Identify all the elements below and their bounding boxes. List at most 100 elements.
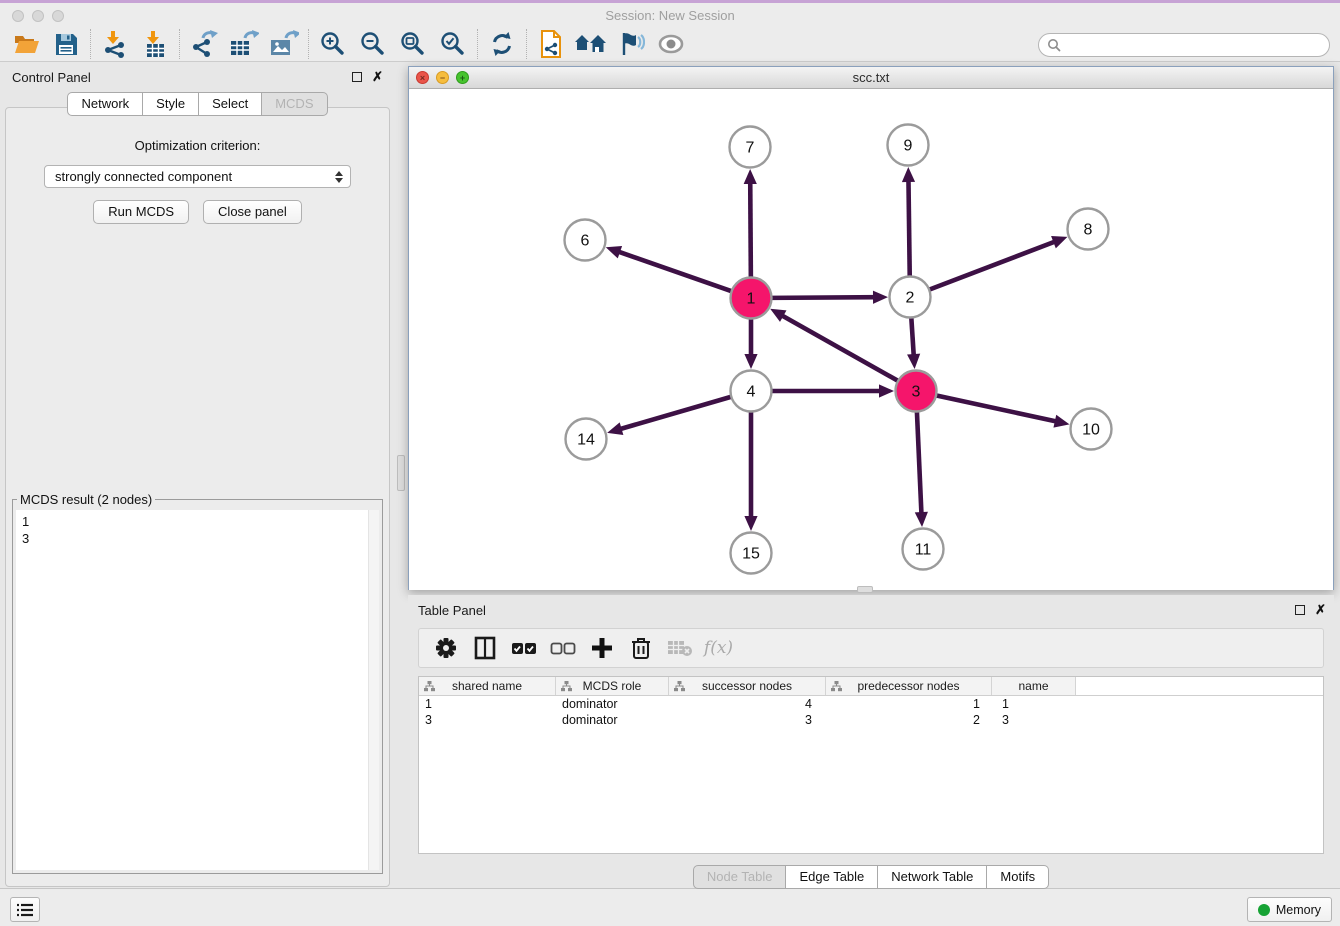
open-session-icon[interactable] — [6, 28, 46, 60]
function-builder-icon[interactable]: f(x) — [700, 632, 737, 664]
task-history-button[interactable] — [10, 897, 40, 922]
add-column-icon[interactable] — [583, 632, 620, 664]
table-cell[interactable]: 3 — [669, 712, 826, 728]
close-window-button[interactable] — [12, 10, 24, 22]
column-header-shared-name[interactable]: shared name — [419, 677, 556, 695]
table-tab-motifs[interactable]: Motifs — [987, 865, 1049, 889]
deselect-all-icon[interactable] — [544, 632, 581, 664]
minimize-network-button[interactable]: − — [436, 71, 449, 84]
mcds-result-text: 1 3 — [16, 510, 379, 550]
zoom-fit-icon[interactable] — [393, 28, 433, 60]
zoom-window-button[interactable] — [52, 10, 64, 22]
column-header-name[interactable]: name — [992, 677, 1076, 695]
home-icon[interactable] — [571, 28, 611, 60]
edge-3-10[interactable] — [937, 395, 1058, 421]
table-cell[interactable]: dominator — [556, 712, 669, 728]
tab-network[interactable]: Network — [67, 92, 143, 116]
edge-1-2[interactable] — [772, 297, 876, 298]
edge-2-3[interactable] — [911, 318, 913, 357]
close-panel-icon[interactable]: ✗ — [372, 72, 383, 82]
node-3[interactable]: 3 — [896, 371, 937, 412]
network-window[interactable]: × − + scc.txt 7 9 6 8 1 2 4 3 14 10 15 11 — [408, 66, 1334, 590]
node-10[interactable]: 10 — [1071, 409, 1112, 450]
show-graphics-details-icon[interactable] — [651, 28, 691, 60]
save-session-icon[interactable] — [46, 28, 86, 60]
export-table-icon[interactable] — [224, 28, 264, 60]
criterion-dropdown[interactable]: strongly connected component — [44, 165, 351, 188]
mcds-result-area[interactable]: 1 3 — [16, 510, 379, 870]
column-header-mcds-role[interactable]: MCDS role — [556, 677, 669, 695]
table-tab-edge-table[interactable]: Edge Table — [786, 865, 878, 889]
node-9[interactable]: 9 — [888, 125, 929, 166]
tab-mcds[interactable]: MCDS — [262, 92, 327, 116]
column-header-successor-nodes[interactable]: successor nodes — [669, 677, 826, 695]
horizontal-splitter-handle[interactable] — [857, 586, 873, 593]
zoom-selected-icon[interactable] — [433, 28, 473, 60]
table-cell[interactable]: 3 — [419, 712, 556, 728]
edge-1-7[interactable] — [750, 181, 751, 277]
svg-text:7: 7 — [746, 140, 755, 157]
table-tab-network-table[interactable]: Network Table — [878, 865, 987, 889]
edge-4-14[interactable] — [619, 397, 731, 430]
table-cell[interactable]: 4 — [669, 696, 826, 712]
node-table[interactable]: shared nameMCDS rolesuccessor nodesprede… — [418, 676, 1324, 854]
show-column-icon[interactable] — [466, 632, 503, 664]
import-table-icon[interactable] — [135, 28, 175, 60]
vertical-splitter-handle[interactable] — [397, 455, 405, 491]
node-8[interactable]: 8 — [1068, 209, 1109, 250]
float-table-panel-icon[interactable] — [1295, 605, 1305, 615]
table-cell[interactable]: 1 — [992, 696, 1076, 712]
edge-3-11[interactable] — [917, 412, 922, 515]
node-11[interactable]: 11 — [903, 529, 944, 570]
node-4[interactable]: 4 — [731, 371, 772, 412]
select-all-icon[interactable] — [505, 632, 542, 664]
edge-3-1[interactable] — [781, 315, 898, 381]
table-settings-gear-icon[interactable] — [427, 632, 464, 664]
hide-graphics-details-icon[interactable] — [611, 28, 651, 60]
network-window-titlebar[interactable]: × − + scc.txt — [409, 67, 1333, 89]
node-2[interactable]: 2 — [890, 277, 931, 318]
node-7[interactable]: 7 — [730, 127, 771, 168]
table-cell[interactable]: 2 — [826, 712, 992, 728]
table-tab-node-table[interactable]: Node Table — [693, 865, 787, 889]
export-image-icon[interactable] — [264, 28, 304, 60]
zoom-in-icon[interactable] — [313, 28, 353, 60]
column-header-predecessor-nodes[interactable]: predecessor nodes — [826, 677, 992, 695]
table-cell[interactable]: 1 — [826, 696, 992, 712]
export-network-icon[interactable] — [184, 28, 224, 60]
run-mcds-button[interactable]: Run MCDS — [93, 200, 189, 224]
memory-button[interactable]: Memory — [1247, 897, 1332, 922]
result-scrollbar[interactable] — [368, 510, 379, 870]
close-table-panel-icon[interactable]: ✗ — [1315, 605, 1326, 615]
node-14[interactable]: 14 — [566, 419, 607, 460]
search-input[interactable] — [1061, 36, 1329, 54]
open-network-file-icon[interactable] — [531, 28, 571, 60]
table-row[interactable]: 3dominator323 — [419, 712, 1323, 728]
edge-2-9[interactable] — [908, 179, 909, 276]
tab-style[interactable]: Style — [143, 92, 199, 116]
float-panel-icon[interactable] — [352, 72, 362, 82]
import-network-icon[interactable] — [95, 28, 135, 60]
refresh-icon[interactable] — [482, 28, 522, 60]
close-network-button[interactable]: × — [416, 71, 429, 84]
node-6[interactable]: 6 — [565, 220, 606, 261]
search-box[interactable] — [1038, 33, 1330, 57]
zoom-network-button[interactable]: + — [456, 71, 469, 84]
node-1[interactable]: 1 — [731, 278, 772, 319]
tab-select[interactable]: Select — [199, 92, 262, 116]
network-canvas[interactable]: 7 9 6 8 1 2 4 3 14 10 15 11 — [409, 89, 1333, 590]
table-cell[interactable]: 3 — [992, 712, 1076, 728]
zoom-out-icon[interactable] — [353, 28, 393, 60]
window-controls[interactable] — [12, 10, 64, 22]
minimize-window-button[interactable] — [32, 10, 44, 22]
edge-2-8[interactable] — [930, 241, 1057, 289]
network-graph[interactable]: 7 9 6 8 1 2 4 3 14 10 15 11 — [409, 89, 1333, 590]
edge-1-6[interactable] — [617, 251, 731, 291]
node-15[interactable]: 15 — [731, 533, 772, 574]
table-row[interactable]: 1dominator411 — [419, 696, 1323, 712]
close-panel-button[interactable]: Close panel — [203, 200, 302, 224]
delete-column-icon[interactable] — [622, 632, 659, 664]
table-cell[interactable]: dominator — [556, 696, 669, 712]
delete-table-icon[interactable] — [661, 632, 698, 664]
table-cell[interactable]: 1 — [419, 696, 556, 712]
